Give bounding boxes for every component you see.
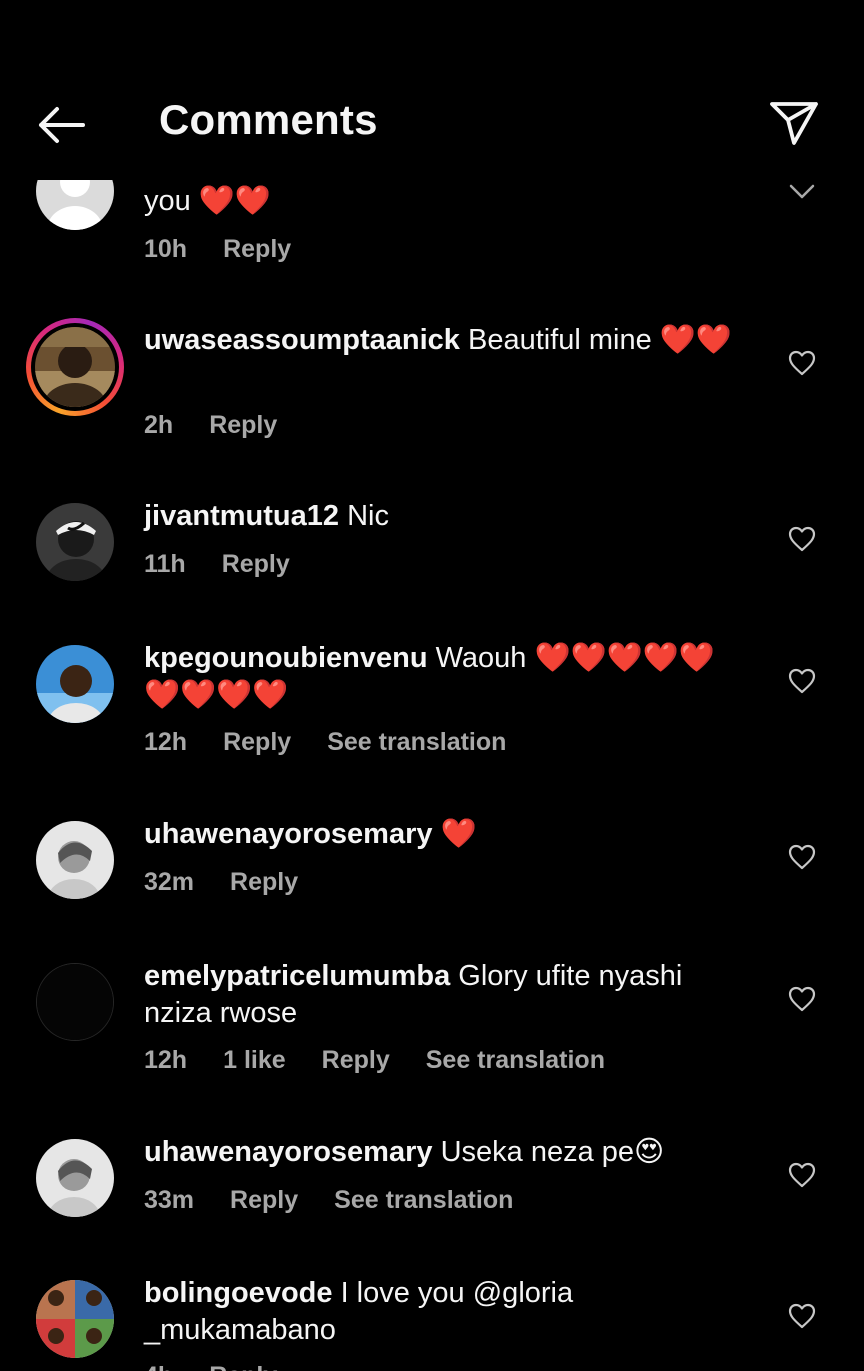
reply-button[interactable]: Reply — [222, 550, 290, 579]
avatar[interactable] — [36, 503, 114, 581]
back-button[interactable] — [30, 100, 92, 150]
heart-icon[interactable] — [788, 668, 816, 694]
comment-time: 11h — [144, 550, 186, 578]
avatar[interactable] — [36, 1280, 114, 1358]
paper-plane-icon — [770, 102, 818, 145]
reply-button[interactable]: Reply — [223, 235, 291, 264]
heart-icon[interactable] — [788, 350, 816, 376]
comment-time: 32m — [144, 868, 195, 896]
comment-text: bolingoevode I love you @gloria _mukamab… — [144, 1277, 574, 1346]
comment-text: kpegounoubienvenu Waouh ❤️❤️❤️❤️❤️❤️❤️❤️… — [144, 642, 716, 711]
username[interactable]: bolingoevode — [144, 1277, 333, 1309]
reply-button[interactable]: Reply — [209, 411, 277, 440]
avatar-story-ring[interactable] — [26, 318, 124, 416]
comments-screen: you ❤️❤️ 10h Reply uwaseassoumptaanick B… — [0, 0, 864, 1371]
heart-icon[interactable] — [788, 986, 816, 1012]
reply-button[interactable]: Reply — [230, 1186, 298, 1215]
see-translation-button[interactable]: See translation — [334, 1186, 513, 1215]
page-title: Comments — [159, 96, 378, 143]
comment-meta: 4h Reply — [144, 1362, 313, 1371]
heart-icon[interactable] — [788, 844, 816, 870]
chevron-down-icon[interactable] — [788, 182, 816, 202]
avatar[interactable] — [36, 963, 114, 1041]
see-translation-button[interactable]: See translation — [327, 728, 506, 757]
heart-icon[interactable] — [788, 1162, 816, 1188]
comment-time: 4h — [144, 1362, 173, 1371]
username[interactable]: kpegounoubienvenu — [144, 642, 428, 674]
username[interactable]: jivantmutua12 — [144, 500, 339, 532]
username[interactable]: uwaseassoumptaanick — [144, 324, 460, 356]
top-bar: Comments — [0, 0, 864, 180]
comment-text: emelypatricelumumba Glory ufite nyashi n… — [144, 960, 683, 1029]
reply-button[interactable]: Reply — [322, 1046, 390, 1075]
reply-button[interactable]: Reply — [230, 868, 298, 897]
comment-meta: 32m Reply — [144, 868, 334, 897]
username[interactable]: uhawenayorosemary — [144, 818, 433, 850]
comment-meta: 2h Reply — [144, 411, 313, 440]
share-button[interactable] — [764, 94, 824, 152]
comments-list[interactable]: you ❤️❤️ 10h Reply uwaseassoumptaanick B… — [0, 0, 864, 1371]
comment-time: 2h — [144, 411, 174, 439]
comment-text: uhawenayorosemary ❤️ — [144, 818, 477, 850]
comment-text: jivantmutua12 Nic — [144, 500, 389, 532]
comment-time: 12h — [144, 728, 188, 756]
comment-text: uhawenayorosemary Useka neza pe😍 — [144, 1136, 665, 1168]
avatar[interactable] — [36, 821, 114, 899]
comment-time: 33m — [144, 1186, 195, 1214]
reply-button[interactable]: Reply — [209, 1362, 277, 1371]
comment-time: 12h — [144, 1046, 188, 1074]
see-translation-button[interactable]: See translation — [426, 1046, 605, 1075]
comment-meta: 11h Reply — [144, 550, 326, 579]
heart-icon[interactable] — [788, 1303, 816, 1329]
likes-count[interactable]: 1 like — [223, 1046, 286, 1075]
username[interactable]: emelypatricelumumba — [144, 960, 450, 992]
comment-meta: 10h Reply — [144, 235, 327, 264]
comment-meta: 12h Reply See translation — [144, 728, 542, 757]
avatar[interactable] — [36, 1139, 114, 1217]
heart-icon[interactable] — [788, 526, 816, 552]
comment-meta: 33m Reply See translation — [144, 1186, 549, 1215]
comment-time: 10h — [144, 235, 188, 263]
comment-text: you ❤️❤️ — [144, 185, 272, 217]
comment-meta: 12h 1 like Reply See translation — [144, 1046, 641, 1075]
reply-button[interactable]: Reply — [223, 728, 291, 757]
username[interactable]: uhawenayorosemary — [144, 1136, 433, 1168]
arrow-left-icon — [39, 107, 85, 143]
comment-text: uwaseassoumptaanick Beautiful mine ❤️❤️ — [144, 324, 733, 356]
avatar[interactable] — [36, 645, 114, 723]
